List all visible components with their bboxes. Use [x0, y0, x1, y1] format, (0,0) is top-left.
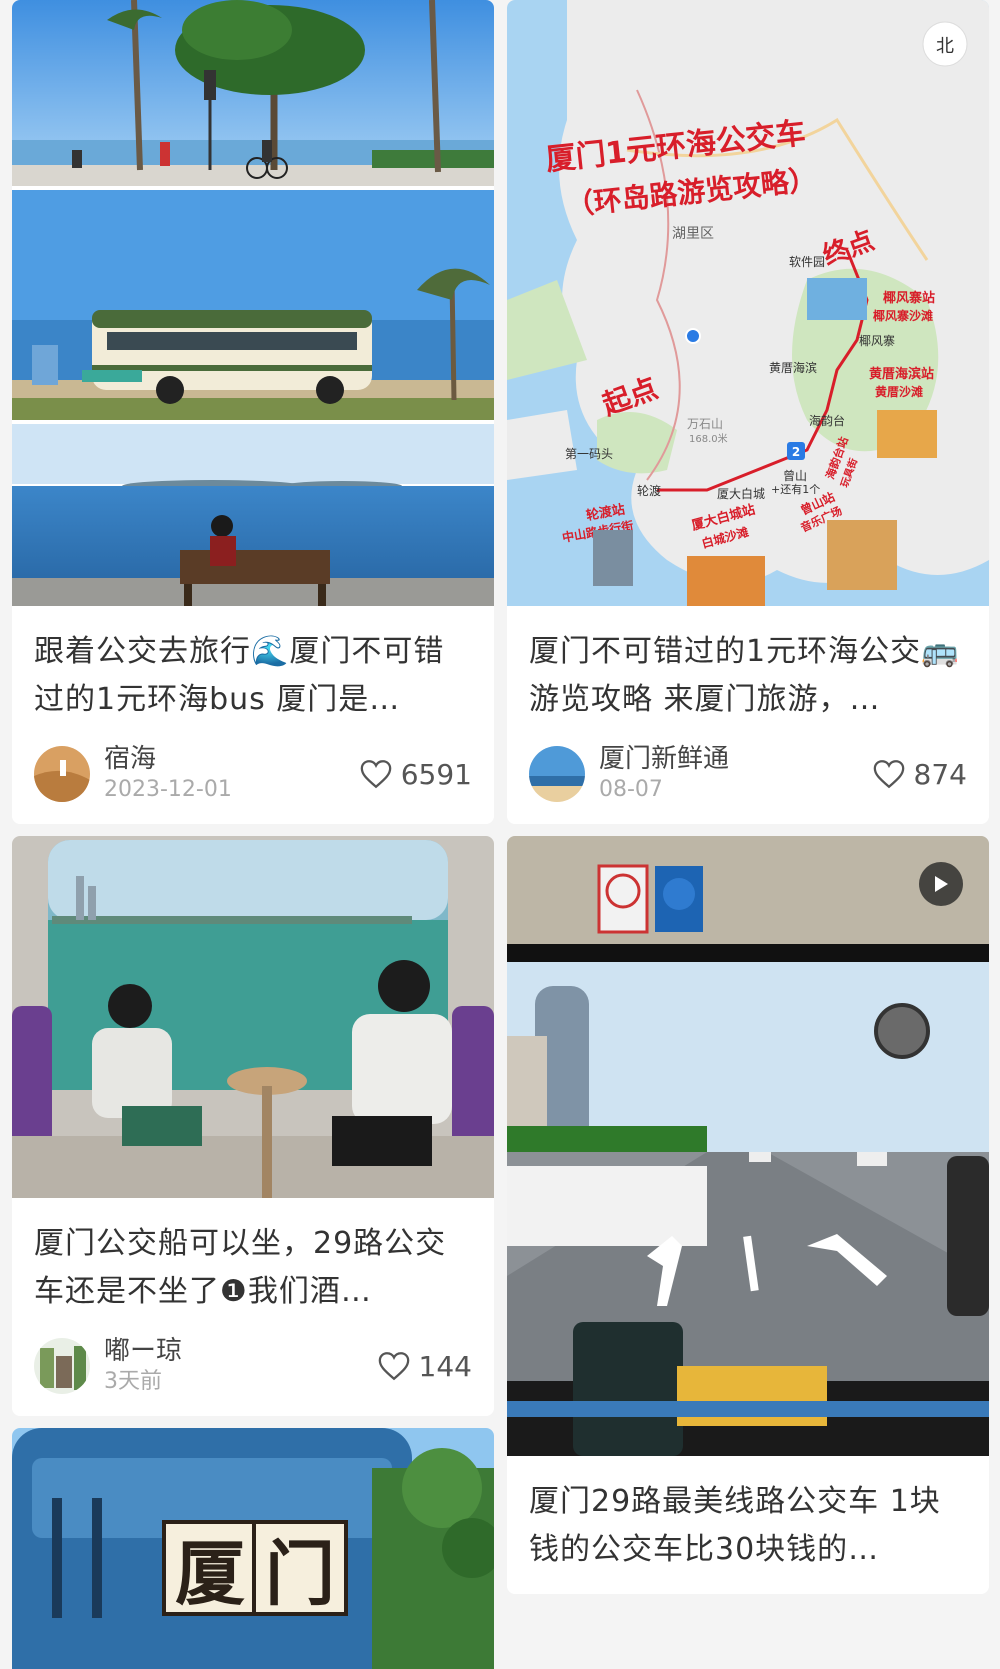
post-date: 2023-12-01 [104, 777, 232, 802]
like-count: 6591 [400, 757, 472, 791]
post-date: 3天前 [104, 1369, 162, 1394]
like-count: 874 [913, 757, 967, 791]
svg-text:曾山: 曾山 [783, 469, 807, 483]
ferry-window-image [12, 836, 494, 1198]
feed-card[interactable]: 厦门公交船可以坐，29路公交车还是不坐了❶我们酒… 嘟ー琼 3天前 144 [12, 836, 494, 1416]
card-cover-video[interactable] [507, 836, 989, 1456]
card-meta: 宿海 2023-12-01 6591 [34, 744, 472, 804]
svg-text:黄厝海滨站: 黄厝海滨站 [869, 366, 934, 382]
svg-text:湖里区: 湖里区 [672, 226, 714, 242]
svg-text:万石山: 万石山 [687, 417, 723, 431]
feed-card[interactable]: 厦门29路最美线路公交车 1块钱的公交车比30块钱的… [507, 836, 989, 1594]
svg-text:第一码头: 第一码头 [565, 447, 613, 461]
card-meta: 嘟ー琼 3天前 144 [34, 1336, 472, 1396]
feed-card[interactable]: 北 厦门1元环海公交车 （环岛路游览攻略） 湖里区 起点 终点 软件园 椰风寨 … [507, 0, 989, 824]
feed-column-left: 跟着公交去旅行🌊厦门不可错过的1元环海bus 厦门是… 宿海 2023-12-0… [12, 0, 494, 1669]
compass-icon: 北 [922, 21, 968, 67]
bus-route-map-image: 北 厦门1元环海公交车 （环岛路游览攻略） 湖里区 起点 终点 软件园 椰风寨 … [507, 0, 989, 606]
author-name[interactable]: 嘟ー琼 [104, 1335, 377, 1367]
like-button[interactable]: 144 [377, 1350, 472, 1383]
post-date: 08-07 [599, 777, 663, 802]
coastal-collage-image [12, 0, 494, 606]
play-icon[interactable] [919, 862, 963, 906]
card-title[interactable]: 跟着公交去旅行🌊厦门不可错过的1元环海bus 厦门是… [34, 628, 472, 724]
like-count: 144 [418, 1349, 472, 1383]
card-meta: 厦门新鲜通 08-07 874 [529, 744, 967, 804]
card-cover-image: 北 厦门1元环海公交车 （环岛路游览攻略） 湖里区 起点 终点 软件园 椰风寨 … [507, 0, 989, 606]
svg-text:海韵台: 海韵台 [809, 413, 845, 428]
svg-text:厦大白城: 厦大白城 [717, 486, 765, 501]
cover-text-char: 门 [252, 1520, 348, 1616]
svg-text:椰风寨站: 椰风寨站 [883, 290, 935, 306]
avatar[interactable] [529, 746, 585, 802]
svg-text:黄厝沙滩: 黄厝沙滩 [875, 384, 923, 399]
cover-text-char: 厦 [162, 1520, 258, 1616]
svg-text:黄厝海滨: 黄厝海滨 [769, 360, 817, 375]
card-cover-image: 厦 门 [12, 1428, 494, 1669]
svg-text:168.0米: 168.0米 [689, 432, 728, 445]
author-name[interactable]: 厦门新鲜通 [599, 743, 872, 775]
svg-text:+还有1个: +还有1个 [771, 482, 820, 496]
author-info[interactable]: 嘟ー琼 3天前 [104, 1335, 377, 1397]
author-info[interactable]: 宿海 2023-12-01 [104, 743, 359, 805]
card-title[interactable]: 厦门29路最美线路公交车 1块钱的公交车比30块钱的… [529, 1478, 967, 1574]
like-button[interactable]: 874 [872, 758, 967, 791]
card-cover-image [12, 836, 494, 1198]
card-title[interactable]: 厦门不可错过的1元环海公交🚌游览攻略 来厦门旅游，… [529, 628, 967, 724]
card-title[interactable]: 厦门公交船可以坐，29路公交车还是不坐了❶我们酒… [34, 1220, 472, 1316]
like-button[interactable]: 6591 [359, 758, 472, 791]
svg-text:椰风寨: 椰风寨 [859, 333, 895, 348]
svg-text:软件园: 软件园 [789, 255, 825, 269]
author-name[interactable]: 宿海 [104, 743, 359, 775]
svg-text:椰风寨沙滩: 椰风寨沙滩 [873, 308, 933, 323]
svg-text:轮渡: 轮渡 [637, 483, 661, 498]
heart-outline-icon [873, 760, 904, 789]
bus-windshield-image [507, 836, 989, 1456]
avatar[interactable] [34, 1338, 90, 1394]
heart-outline-icon [378, 1352, 409, 1381]
avatar[interactable] [34, 746, 90, 802]
svg-text:2: 2 [792, 445, 800, 459]
card-cover-image [12, 0, 494, 606]
author-info[interactable]: 厦门新鲜通 08-07 [599, 743, 872, 805]
svg-text:北: 北 [936, 36, 954, 57]
feed-card[interactable]: 厦 门 [12, 1428, 494, 1669]
feed-column-right: 北 厦门1元环海公交车 （环岛路游览攻略） 湖里区 起点 终点 软件园 椰风寨 … [507, 0, 989, 1606]
heart-outline-icon [360, 760, 392, 789]
feed-card[interactable]: 跟着公交去旅行🌊厦门不可错过的1元环海bus 厦门是… 宿海 2023-12-0… [12, 0, 494, 824]
